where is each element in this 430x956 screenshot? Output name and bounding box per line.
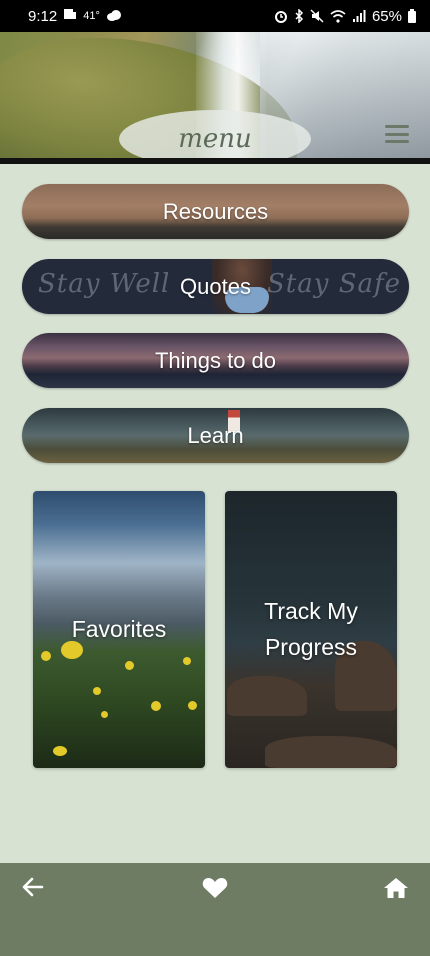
heart-icon[interactable]	[202, 877, 228, 904]
quotes-script-right: Stay Safe	[267, 269, 402, 299]
bluetooth-icon	[294, 9, 304, 23]
track-my-progress-label: Track My Progress	[264, 597, 358, 660]
flower-image	[188, 701, 197, 710]
resources-button[interactable]: Resources	[22, 184, 409, 239]
status-bar: 9:12 41° 65%	[0, 0, 430, 32]
status-temperature: 41°	[83, 10, 100, 22]
favorites-card[interactable]: Favorites	[33, 491, 205, 768]
back-arrow-icon[interactable]	[22, 877, 44, 902]
quotes-label: Quotes	[180, 273, 251, 299]
battery-level: 65%	[371, 7, 402, 25]
resources-label: Resources	[162, 198, 269, 224]
favorites-label: Favorites	[71, 615, 167, 642]
header-divider	[0, 158, 430, 164]
rock-image	[265, 736, 397, 768]
status-time: 9:12	[28, 7, 58, 25]
menu-label: menu	[178, 124, 252, 154]
flower-image	[183, 657, 191, 665]
flower-image	[93, 687, 101, 695]
home-icon[interactable]	[383, 877, 409, 904]
battery-icon	[408, 9, 416, 23]
quotes-script-left: Stay Well	[38, 269, 171, 299]
flower-image	[53, 746, 67, 756]
things-to-do-label: Things to do	[154, 347, 277, 373]
alarm-icon	[274, 9, 288, 23]
wifi-icon	[330, 9, 346, 23]
learn-button[interactable]: Learn	[22, 408, 409, 463]
flower-image	[101, 711, 108, 718]
mute-icon	[310, 9, 324, 23]
notification-icon	[63, 7, 77, 25]
things-to-do-button[interactable]: Things to do	[22, 333, 409, 388]
flower-image	[41, 651, 51, 661]
cloud-icon	[106, 8, 122, 25]
quotes-button[interactable]: Stay Well Stay Safe Quotes	[22, 259, 409, 314]
hamburger-menu-icon[interactable]	[385, 125, 409, 143]
signal-icon	[352, 9, 366, 23]
flower-image	[151, 701, 161, 711]
header-banner: menu	[0, 32, 430, 158]
flower-image	[125, 661, 134, 670]
learn-label: Learn	[187, 422, 244, 448]
rock-image	[227, 676, 307, 716]
track-my-progress-card[interactable]: Track My Progress	[225, 491, 397, 768]
